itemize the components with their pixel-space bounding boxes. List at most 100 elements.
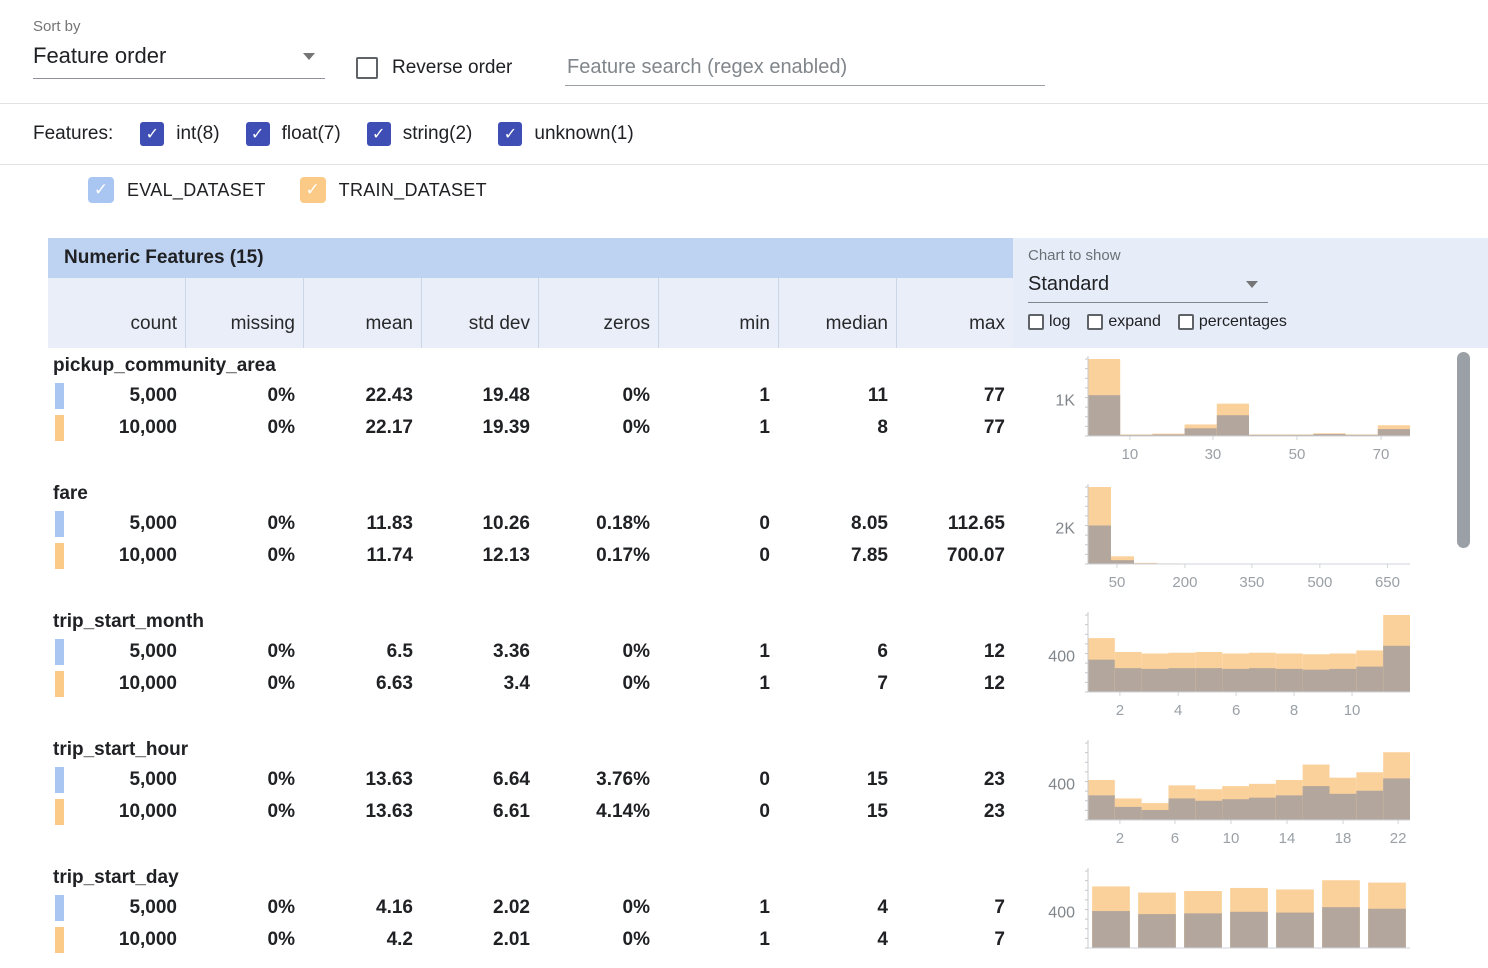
svg-text:8: 8: [1290, 702, 1298, 719]
stat-cell: 6: [778, 641, 896, 663]
stat-cell: 7: [778, 673, 896, 695]
type-filter-checkbox[interactable]: ✓: [367, 122, 391, 146]
stat-cell: 11.74: [303, 545, 421, 567]
svg-text:4: 4: [1174, 702, 1182, 719]
dataset-checkbox[interactable]: ✓: [300, 177, 326, 203]
feature-search-input[interactable]: [565, 50, 1045, 86]
stat-cell: 6.64: [421, 769, 538, 791]
stat-cell: 3.76%: [538, 769, 658, 791]
stat-cell: 112.65: [896, 513, 1013, 535]
stat-cell: 0: [658, 801, 778, 823]
stat-cell: 6.63: [303, 673, 421, 695]
feature-histogram: 103050701K: [1023, 354, 1483, 472]
feature-block: trip_start_hour5,0000%13.636.643.76%0152…: [48, 736, 1488, 864]
dataset-color-chip: [55, 639, 64, 665]
feature-block: fare5,0000%11.8310.260.18%08.05112.6510,…: [48, 480, 1488, 608]
svg-text:2: 2: [1116, 702, 1124, 719]
svg-text:1K: 1K: [1055, 393, 1075, 410]
type-filter-label: unknown(1): [534, 123, 633, 145]
chart-option-checkbox[interactable]: [1087, 314, 1103, 330]
type-filter-checkbox[interactable]: ✓: [246, 122, 270, 146]
stat-cell: 5,000: [48, 385, 185, 407]
chart-option-label: expand: [1108, 313, 1161, 331]
stat-cell: 0%: [538, 417, 658, 439]
stat-cell: 6.61: [421, 801, 538, 823]
svg-text:400: 400: [1048, 649, 1075, 666]
stat-cell: 0%: [538, 929, 658, 951]
stat-cell: 10,000: [48, 801, 185, 823]
stat-cell: 700.07: [896, 545, 1013, 567]
stat-cell: 1: [658, 641, 778, 663]
feature-histogram: 502003505006502K: [1023, 482, 1483, 600]
dataset-color-chip: [55, 671, 64, 697]
type-filter-checkbox[interactable]: ✓: [140, 122, 164, 146]
scrollbar-thumb[interactable]: [1457, 352, 1470, 548]
chevron-down-icon: [1246, 281, 1258, 288]
stat-cell: 10,000: [48, 545, 185, 567]
stat-cell: 0%: [185, 673, 303, 695]
stat-cell: 19.39: [421, 417, 538, 439]
svg-text:200: 200: [1172, 574, 1197, 591]
chart-option: expand: [1087, 313, 1161, 331]
stat-cell: 23: [896, 769, 1013, 791]
stat-cell: 0: [658, 545, 778, 567]
column-header: zeros: [538, 278, 658, 348]
svg-text:22: 22: [1390, 830, 1407, 847]
stat-cell: 10,000: [48, 673, 185, 695]
stat-cell: 10,000: [48, 929, 185, 951]
chart-controls-panel: Chart to show Standard logexpandpercenta…: [1013, 238, 1488, 348]
reverse-order-control[interactable]: Reverse order: [356, 57, 512, 79]
feature-type-filter: ✓string(2): [367, 122, 473, 146]
stat-cell: 4.2: [303, 929, 421, 951]
stat-cell: 10.26: [421, 513, 538, 535]
stat-cell: 4: [778, 897, 896, 919]
facets-overview-app: Sort by Feature order Reverse order Feat…: [0, 0, 1488, 968]
stat-cell: 3.4: [421, 673, 538, 695]
svg-text:650: 650: [1375, 574, 1400, 591]
feature-block: trip_start_day5,0000%4.162.020%14710,000…: [48, 864, 1488, 968]
stat-cell: 12: [896, 641, 1013, 663]
chart-option-checkbox[interactable]: [1178, 314, 1194, 330]
column-header: mean: [303, 278, 421, 348]
stat-cell: 7: [896, 897, 1013, 919]
stat-cell: 6.5: [303, 641, 421, 663]
stat-cell: 0%: [185, 641, 303, 663]
svg-text:10: 10: [1344, 702, 1361, 719]
chart-to-show-label: Chart to show: [1028, 247, 1488, 264]
feature-histogram: 2610141822400: [1023, 738, 1483, 856]
stat-cell: 77: [896, 385, 1013, 407]
stat-cell: 15: [778, 769, 896, 791]
stat-cell: 0%: [538, 673, 658, 695]
stat-cell: 4.14%: [538, 801, 658, 823]
feature-histogram: 2 4 6 8 10 400: [1023, 610, 1483, 728]
sort-by-label: Sort by: [33, 18, 325, 35]
feature-type-filter-row: Features: ✓int(8)✓float(7)✓string(2)✓unk…: [33, 104, 660, 164]
stat-cell: 8.05: [778, 513, 896, 535]
svg-text:30: 30: [1205, 446, 1222, 463]
stat-cell: 0: [658, 769, 778, 791]
column-header: count: [48, 278, 185, 348]
stat-cell: 0%: [185, 417, 303, 439]
reverse-order-checkbox[interactable]: [356, 57, 378, 79]
stat-cell: 1: [658, 897, 778, 919]
chart-type-select[interactable]: Standard: [1028, 267, 1268, 303]
feature-type-filter: ✓int(8): [140, 122, 219, 146]
stat-cell: 0%: [185, 897, 303, 919]
svg-text:6: 6: [1232, 702, 1240, 719]
stat-cell: 1: [658, 673, 778, 695]
column-header: median: [778, 278, 896, 348]
stat-cell: 0%: [185, 545, 303, 567]
chart-option: log: [1028, 313, 1070, 331]
column-header: min: [658, 278, 778, 348]
dataset-color-chip: [55, 383, 64, 409]
stat-cell: 7.85: [778, 545, 896, 567]
type-filter-label: float(7): [282, 123, 341, 145]
features-label: Features:: [33, 123, 113, 145]
dataset-checkbox[interactable]: ✓: [88, 177, 114, 203]
type-filter-checkbox[interactable]: ✓: [498, 122, 522, 146]
stat-cell: 1: [658, 929, 778, 951]
chart-option-row: logexpandpercentages: [1028, 313, 1488, 331]
sort-order-select[interactable]: Feature order: [33, 39, 325, 79]
stat-cell: 5,000: [48, 897, 185, 919]
chart-option-checkbox[interactable]: [1028, 314, 1044, 330]
